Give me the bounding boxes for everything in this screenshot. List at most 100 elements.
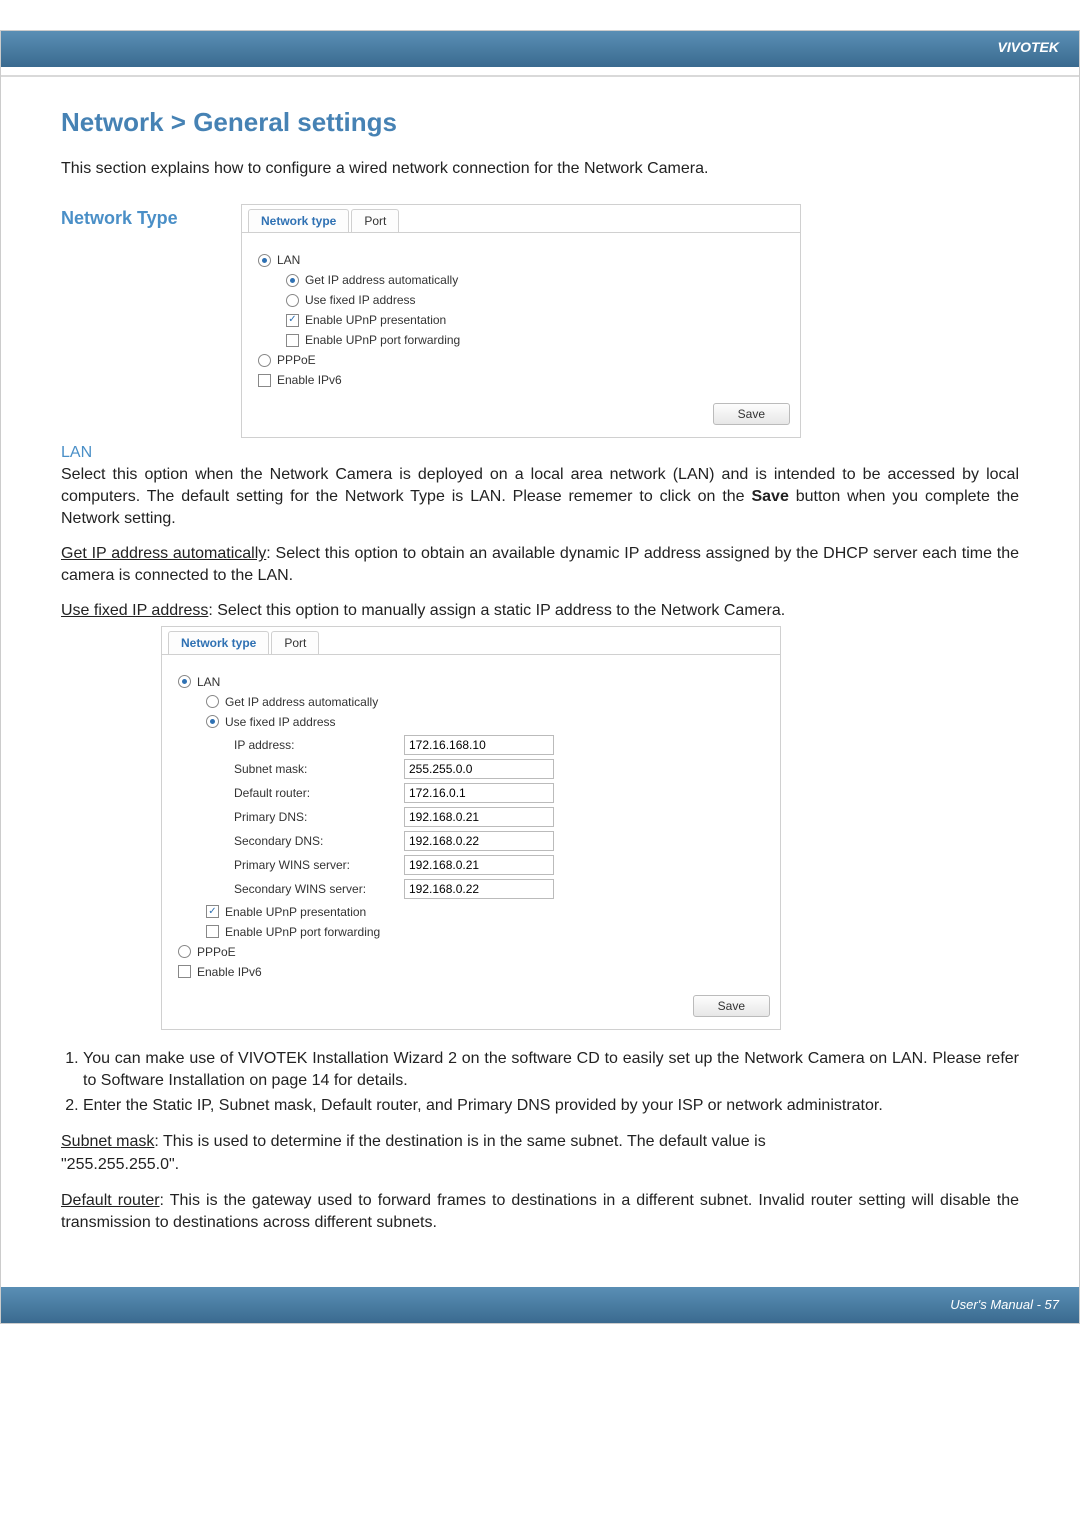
opt-upnp-portfwd[interactable]: Enable UPnP port forwarding: [286, 333, 784, 347]
footer-bar: User's Manual - 57: [1, 1287, 1079, 1323]
field-secondary-dns: Secondary DNS:: [234, 831, 764, 851]
note-1: You can make use of VIVOTEK Installation…: [83, 1048, 1019, 1091]
checkbox-icon: [286, 334, 299, 347]
secondary-wins-input[interactable]: [404, 879, 554, 899]
opt-use-fixed[interactable]: Use fixed IP address: [206, 715, 764, 729]
opt-lan[interactable]: LAN: [178, 675, 764, 689]
network-type-label: Network Type: [61, 204, 241, 229]
lan-getip-label: Get IP address automatically: [61, 545, 266, 562]
lan-usefixed-text: : Select this option to manually assign …: [208, 602, 785, 619]
panel2-save-row: Save: [162, 995, 780, 1029]
subnet-value-line: "255.255.255.0".: [61, 1154, 1019, 1176]
opt-get-ip-auto-label: Get IP address automatically: [225, 695, 378, 709]
page-title: Network > General settings: [61, 107, 1019, 138]
tab-port[interactable]: Port: [271, 631, 319, 654]
opt-get-ip-auto[interactable]: Get IP address automatically: [206, 695, 764, 709]
field-router-label: Default router:: [234, 786, 404, 800]
field-primary-dns-label: Primary DNS:: [234, 810, 404, 824]
lan-para1-bold: Save: [751, 488, 788, 505]
field-subnet: Subnet mask:: [234, 759, 764, 779]
notes-list: You can make use of VIVOTEK Installation…: [61, 1048, 1019, 1117]
radio-icon: [206, 715, 219, 728]
opt-upnp-portfwd[interactable]: Enable UPnP port forwarding: [206, 925, 764, 939]
page: VIVOTEK Network > General settings This …: [0, 30, 1080, 1324]
panel1-tabs: Network type Port: [242, 205, 800, 233]
intro-text: This section explains how to configure a…: [61, 158, 1019, 180]
checkbox-icon: [206, 925, 219, 938]
footer-text: User's Manual - 57: [950, 1297, 1059, 1312]
ip-address-input[interactable]: [404, 735, 554, 755]
opt-upnp-portfwd-label: Enable UPnP port forwarding: [305, 333, 460, 347]
panel2-wrap: Network type Port LAN Get IP address aut…: [61, 626, 1019, 1030]
primary-wins-input[interactable]: [404, 855, 554, 875]
opt-use-fixed-label: Use fixed IP address: [225, 715, 336, 729]
content: Network > General settings This section …: [1, 77, 1079, 1267]
panel2-body: LAN Get IP address automatically Use fix…: [162, 655, 780, 995]
default-router-label: Default router: [61, 1192, 160, 1209]
tab-port[interactable]: Port: [351, 209, 399, 232]
checkbox-icon: [258, 374, 271, 387]
opt-use-fixed[interactable]: Use fixed IP address: [286, 293, 784, 307]
radio-icon: [258, 354, 271, 367]
lan-usefixed-label: Use fixed IP address: [61, 602, 208, 619]
save-button[interactable]: Save: [713, 403, 790, 425]
opt-get-ip-auto[interactable]: Get IP address automatically: [286, 273, 784, 287]
field-secondary-wins: Secondary WINS server:: [234, 879, 764, 899]
opt-ipv6[interactable]: Enable IPv6: [178, 965, 764, 979]
panel1-save-row: Save: [242, 403, 800, 437]
opt-pppoe-label: PPPoE: [197, 945, 236, 959]
radio-icon: [258, 254, 271, 267]
field-subnet-label: Subnet mask:: [234, 762, 404, 776]
tab-network-type[interactable]: Network type: [168, 631, 269, 654]
lan-getip-para: Get IP address automatically: Select thi…: [61, 543, 1019, 586]
opt-pppoe[interactable]: PPPoE: [258, 353, 784, 367]
subnet-label: Subnet mask: [61, 1133, 154, 1150]
opt-lan-label: LAN: [277, 253, 300, 267]
network-panel-2: Network type Port LAN Get IP address aut…: [161, 626, 781, 1030]
opt-ipv6-label: Enable IPv6: [197, 965, 262, 979]
save-button[interactable]: Save: [693, 995, 770, 1017]
note-2: Enter the Static IP, Subnet mask, Defaul…: [83, 1095, 1019, 1117]
checkbox-icon: ✓: [206, 905, 219, 918]
radio-icon: [286, 274, 299, 287]
opt-lan[interactable]: LAN: [258, 253, 784, 267]
default-router-text: : This is the gateway used to forward fr…: [61, 1192, 1019, 1231]
opt-lan-label: LAN: [197, 675, 220, 689]
lan-heading: LAN: [61, 444, 1019, 462]
subnet-text-a: : This is used to determine if the desti…: [154, 1133, 765, 1150]
default-router-para: Default router: This is the gateway used…: [61, 1190, 1019, 1233]
subnet-input[interactable]: [404, 759, 554, 779]
opt-upnp-present-label: Enable UPnP presentation: [225, 905, 366, 919]
header-brand: VIVOTEK: [998, 39, 1059, 55]
radio-icon: [286, 294, 299, 307]
field-primary-dns: Primary DNS:: [234, 807, 764, 827]
radio-icon: [206, 695, 219, 708]
router-input[interactable]: [404, 783, 554, 803]
opt-ipv6[interactable]: Enable IPv6: [258, 373, 784, 387]
checkbox-icon: [178, 965, 191, 978]
tab-network-type[interactable]: Network type: [248, 209, 349, 232]
field-router: Default router:: [234, 783, 764, 803]
opt-pppoe[interactable]: PPPoE: [178, 945, 764, 959]
opt-upnp-portfwd-label: Enable UPnP port forwarding: [225, 925, 380, 939]
secondary-dns-input[interactable]: [404, 831, 554, 851]
field-ip-address-label: IP address:: [234, 738, 404, 752]
checkbox-icon: ✓: [286, 314, 299, 327]
opt-use-fixed-label: Use fixed IP address: [305, 293, 416, 307]
opt-upnp-present[interactable]: ✓ Enable UPnP presentation: [286, 313, 784, 327]
field-primary-wins-label: Primary WINS server:: [234, 858, 404, 872]
network-panel-1: Network type Port LAN Get IP address aut…: [241, 204, 801, 438]
lan-usefixed-para: Use fixed IP address: Select this option…: [61, 600, 1019, 622]
field-secondary-dns-label: Secondary DNS:: [234, 834, 404, 848]
header-bar: VIVOTEK: [1, 31, 1079, 67]
primary-dns-input[interactable]: [404, 807, 554, 827]
opt-pppoe-label: PPPoE: [277, 353, 316, 367]
field-ip-address: IP address:: [234, 735, 764, 755]
opt-get-ip-auto-label: Get IP address automatically: [305, 273, 458, 287]
field-secondary-wins-label: Secondary WINS server:: [234, 882, 404, 896]
field-primary-wins: Primary WINS server:: [234, 855, 764, 875]
opt-upnp-present[interactable]: ✓ Enable UPnP presentation: [206, 905, 764, 919]
lan-para1: Select this option when the Network Came…: [61, 464, 1019, 529]
panel2-tabs: Network type Port: [162, 627, 780, 655]
panel1-body: LAN Get IP address automatically Use fix…: [242, 233, 800, 403]
